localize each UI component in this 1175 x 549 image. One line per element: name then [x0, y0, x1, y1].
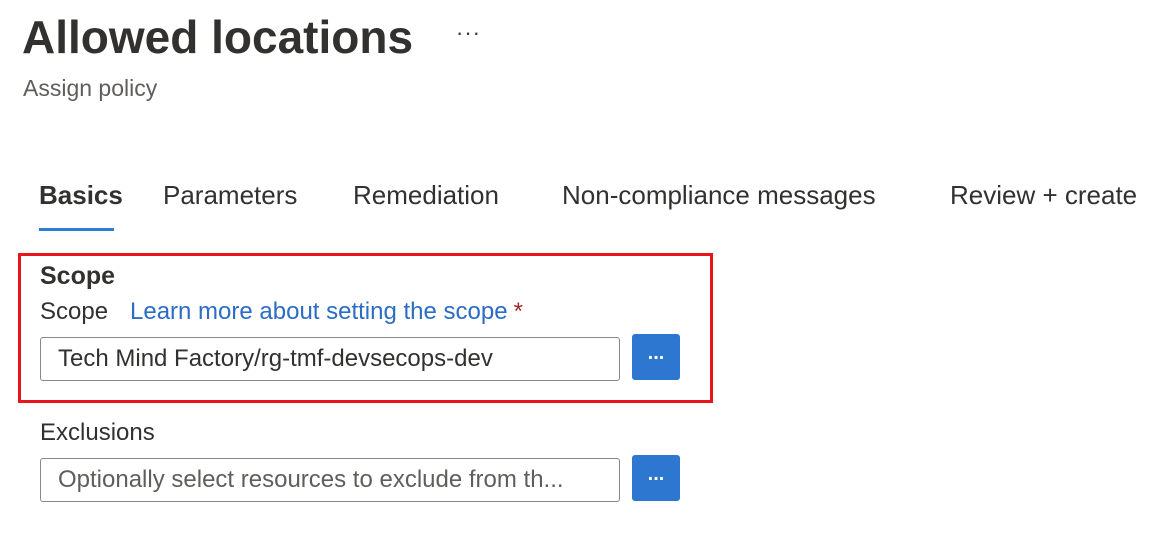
scope-field-label: Scope	[40, 298, 109, 325]
learn-more-scope-link[interactable]: Learn more about setting the scope *	[130, 298, 523, 326]
tab-basics[interactable]: Basics	[39, 180, 123, 211]
tab-non-compliance-messages[interactable]: Non-compliance messages	[562, 180, 876, 211]
tab-review-create[interactable]: Review + create	[950, 180, 1137, 211]
scope-section-heading: Scope	[40, 262, 116, 290]
active-tab-indicator	[39, 228, 114, 231]
exclusions-field-label: Exclusions	[40, 419, 155, 446]
assign-policy-page: Allowed locations ··· Assign policy Basi…	[0, 0, 1175, 549]
scope-input[interactable]: Tech Mind Factory/rg-tmf-devsecops-dev	[40, 337, 620, 381]
page-title: Allowed locations	[22, 11, 414, 63]
exclusions-input[interactable]: Optionally select resources to exclude f…	[40, 458, 620, 502]
tab-bar: Basics Parameters Remediation Non-compli…	[0, 180, 1175, 236]
required-marker: *	[513, 298, 523, 325]
scope-browse-button[interactable]: ...	[632, 334, 680, 380]
exclusions-browse-button[interactable]: ...	[632, 455, 680, 501]
page-subtitle: Assign policy	[23, 75, 158, 101]
tab-remediation[interactable]: Remediation	[353, 180, 499, 211]
learn-more-link-text[interactable]: Learn more about setting the scope	[130, 298, 508, 325]
tab-parameters[interactable]: Parameters	[163, 180, 297, 211]
more-options-icon[interactable]: ···	[456, 20, 481, 46]
